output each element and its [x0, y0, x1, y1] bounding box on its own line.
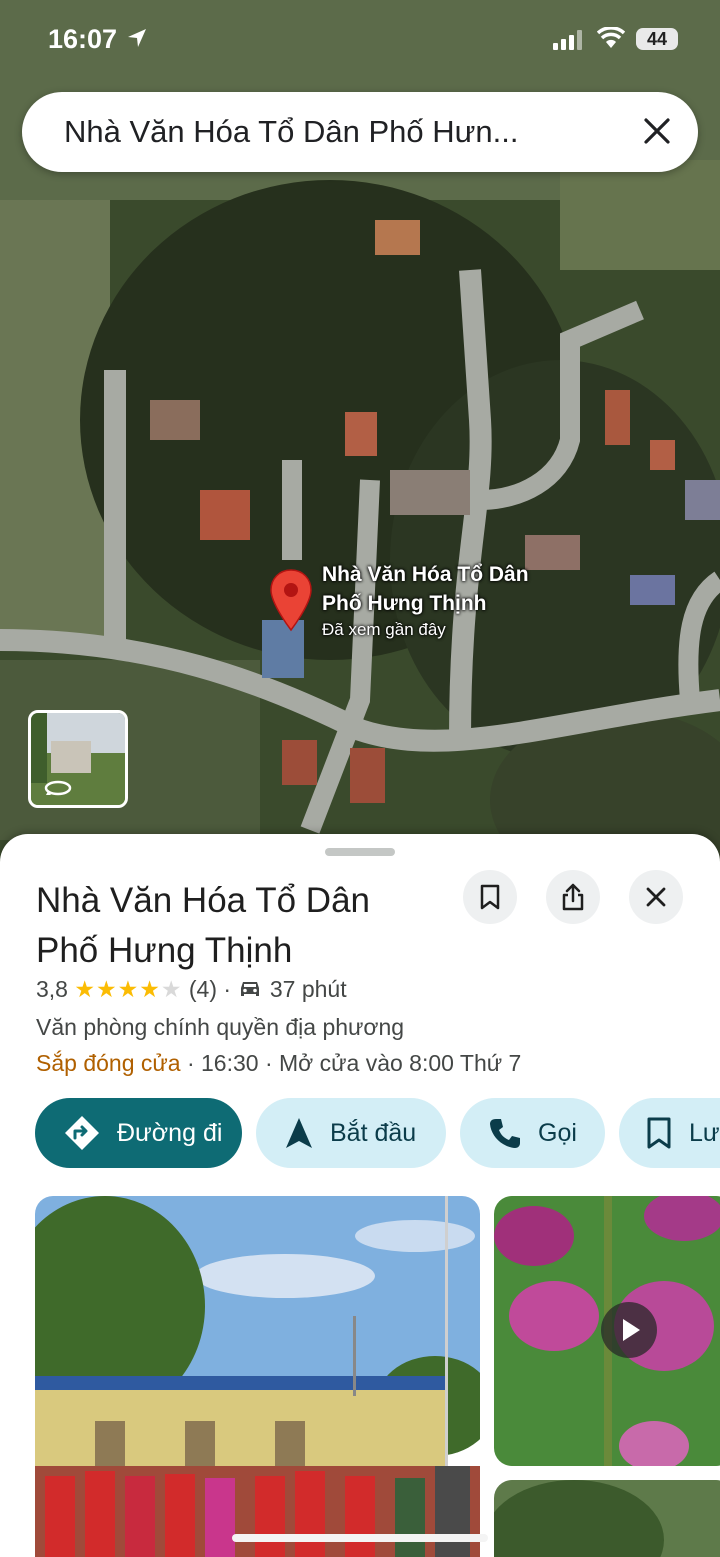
hours-detail: · 16:30 · Mở cửa vào 8:00 Thứ 7 — [186, 1050, 522, 1076]
play-video-button[interactable] — [601, 1302, 657, 1358]
place-video-thumbnail[interactable] — [494, 1196, 720, 1466]
cellular-signal-icon — [553, 30, 582, 50]
rating-value: 3,8 — [36, 976, 68, 1002]
street-view-thumbnail[interactable] — [28, 710, 128, 808]
place-photo-secondary[interactable] — [494, 1480, 720, 1557]
place-title-line1: Nhà Văn Hóa Tổ Dân — [36, 881, 371, 920]
search-bar[interactable]: Nhà Văn Hóa Tổ Dân Phố Hưn... — [22, 92, 698, 172]
start-navigation-button[interactable]: Bắt đầu — [256, 1098, 446, 1168]
close-icon — [646, 887, 666, 907]
community-house-photo — [35, 1196, 480, 1557]
call-label: Gọi — [538, 1118, 577, 1147]
save-button[interactable]: Lư — [619, 1098, 720, 1168]
place-title: Nhà Văn Hóa Tổ Dân Phố Hưng Thịnh — [36, 876, 456, 976]
directions-button[interactable]: Đường đi — [35, 1098, 242, 1168]
bookmark-icon — [480, 884, 500, 910]
start-label: Bắt đầu — [330, 1118, 417, 1147]
hours-status: Sắp đóng cửa — [36, 1050, 181, 1076]
save-label: Lư — [689, 1118, 720, 1147]
home-indicator[interactable] — [232, 1534, 488, 1542]
battery-icon: 44 — [636, 28, 678, 50]
rating-row: 3,8 ★★★★★ (4) · 37 phút — [36, 976, 347, 1003]
trees-photo — [494, 1480, 720, 1557]
car-icon — [241, 982, 260, 996]
share-icon — [562, 883, 584, 911]
review-count[interactable]: (4) — [189, 976, 217, 1002]
rotate-360-icon — [44, 780, 72, 796]
place-category: Văn phòng chính quyền địa phương — [36, 1014, 405, 1040]
navigation-arrow-icon — [286, 1118, 312, 1148]
share-button[interactable] — [546, 870, 600, 924]
place-details-sheet: Nhà Văn Hóa Tổ Dân Phố Hưng Thịnh 3,8 ★★… — [0, 834, 720, 1557]
drive-time: 37 phút — [269, 976, 347, 1002]
pin-subtitle: Đã xem gần đây — [322, 620, 446, 639]
drag-handle[interactable] — [325, 848, 395, 856]
call-button[interactable]: Gọi — [460, 1098, 605, 1168]
save-place-button[interactable] — [463, 870, 517, 924]
pin-label-line2: Phố Hưng Thịnh — [322, 592, 487, 615]
wifi-icon — [597, 27, 625, 48]
place-photo-main[interactable] — [35, 1196, 480, 1557]
location-arrow-icon — [128, 29, 146, 47]
map-pin-label[interactable]: Nhà Văn Hóa Tổ Dân Phố Hưng Thịnh Đã xem… — [322, 560, 529, 640]
rating-stars: ★★★★★ — [74, 976, 183, 1002]
hours-row[interactable]: Sắp đóng cửa · 16:30 · Mở cửa vào 8:00 T… — [36, 1050, 521, 1077]
clear-search-icon[interactable] — [642, 116, 672, 146]
directions-icon — [65, 1116, 99, 1150]
map-pin-icon[interactable] — [268, 568, 314, 632]
directions-label: Đường đi — [117, 1118, 223, 1147]
bookmark-icon — [647, 1117, 671, 1149]
status-bar: 16:07 44 — [0, 0, 720, 80]
close-sheet-button[interactable] — [629, 870, 683, 924]
place-title-line2: Phố Hưng Thịnh — [36, 931, 293, 970]
status-time: 16:07 — [48, 24, 118, 54]
separator: · — [223, 976, 232, 1002]
phone-icon — [490, 1119, 520, 1148]
pin-label-line1: Nhà Văn Hóa Tổ Dân — [322, 563, 529, 586]
play-icon — [623, 1319, 640, 1341]
search-query[interactable]: Nhà Văn Hóa Tổ Dân Phố Hưn... — [64, 114, 518, 150]
